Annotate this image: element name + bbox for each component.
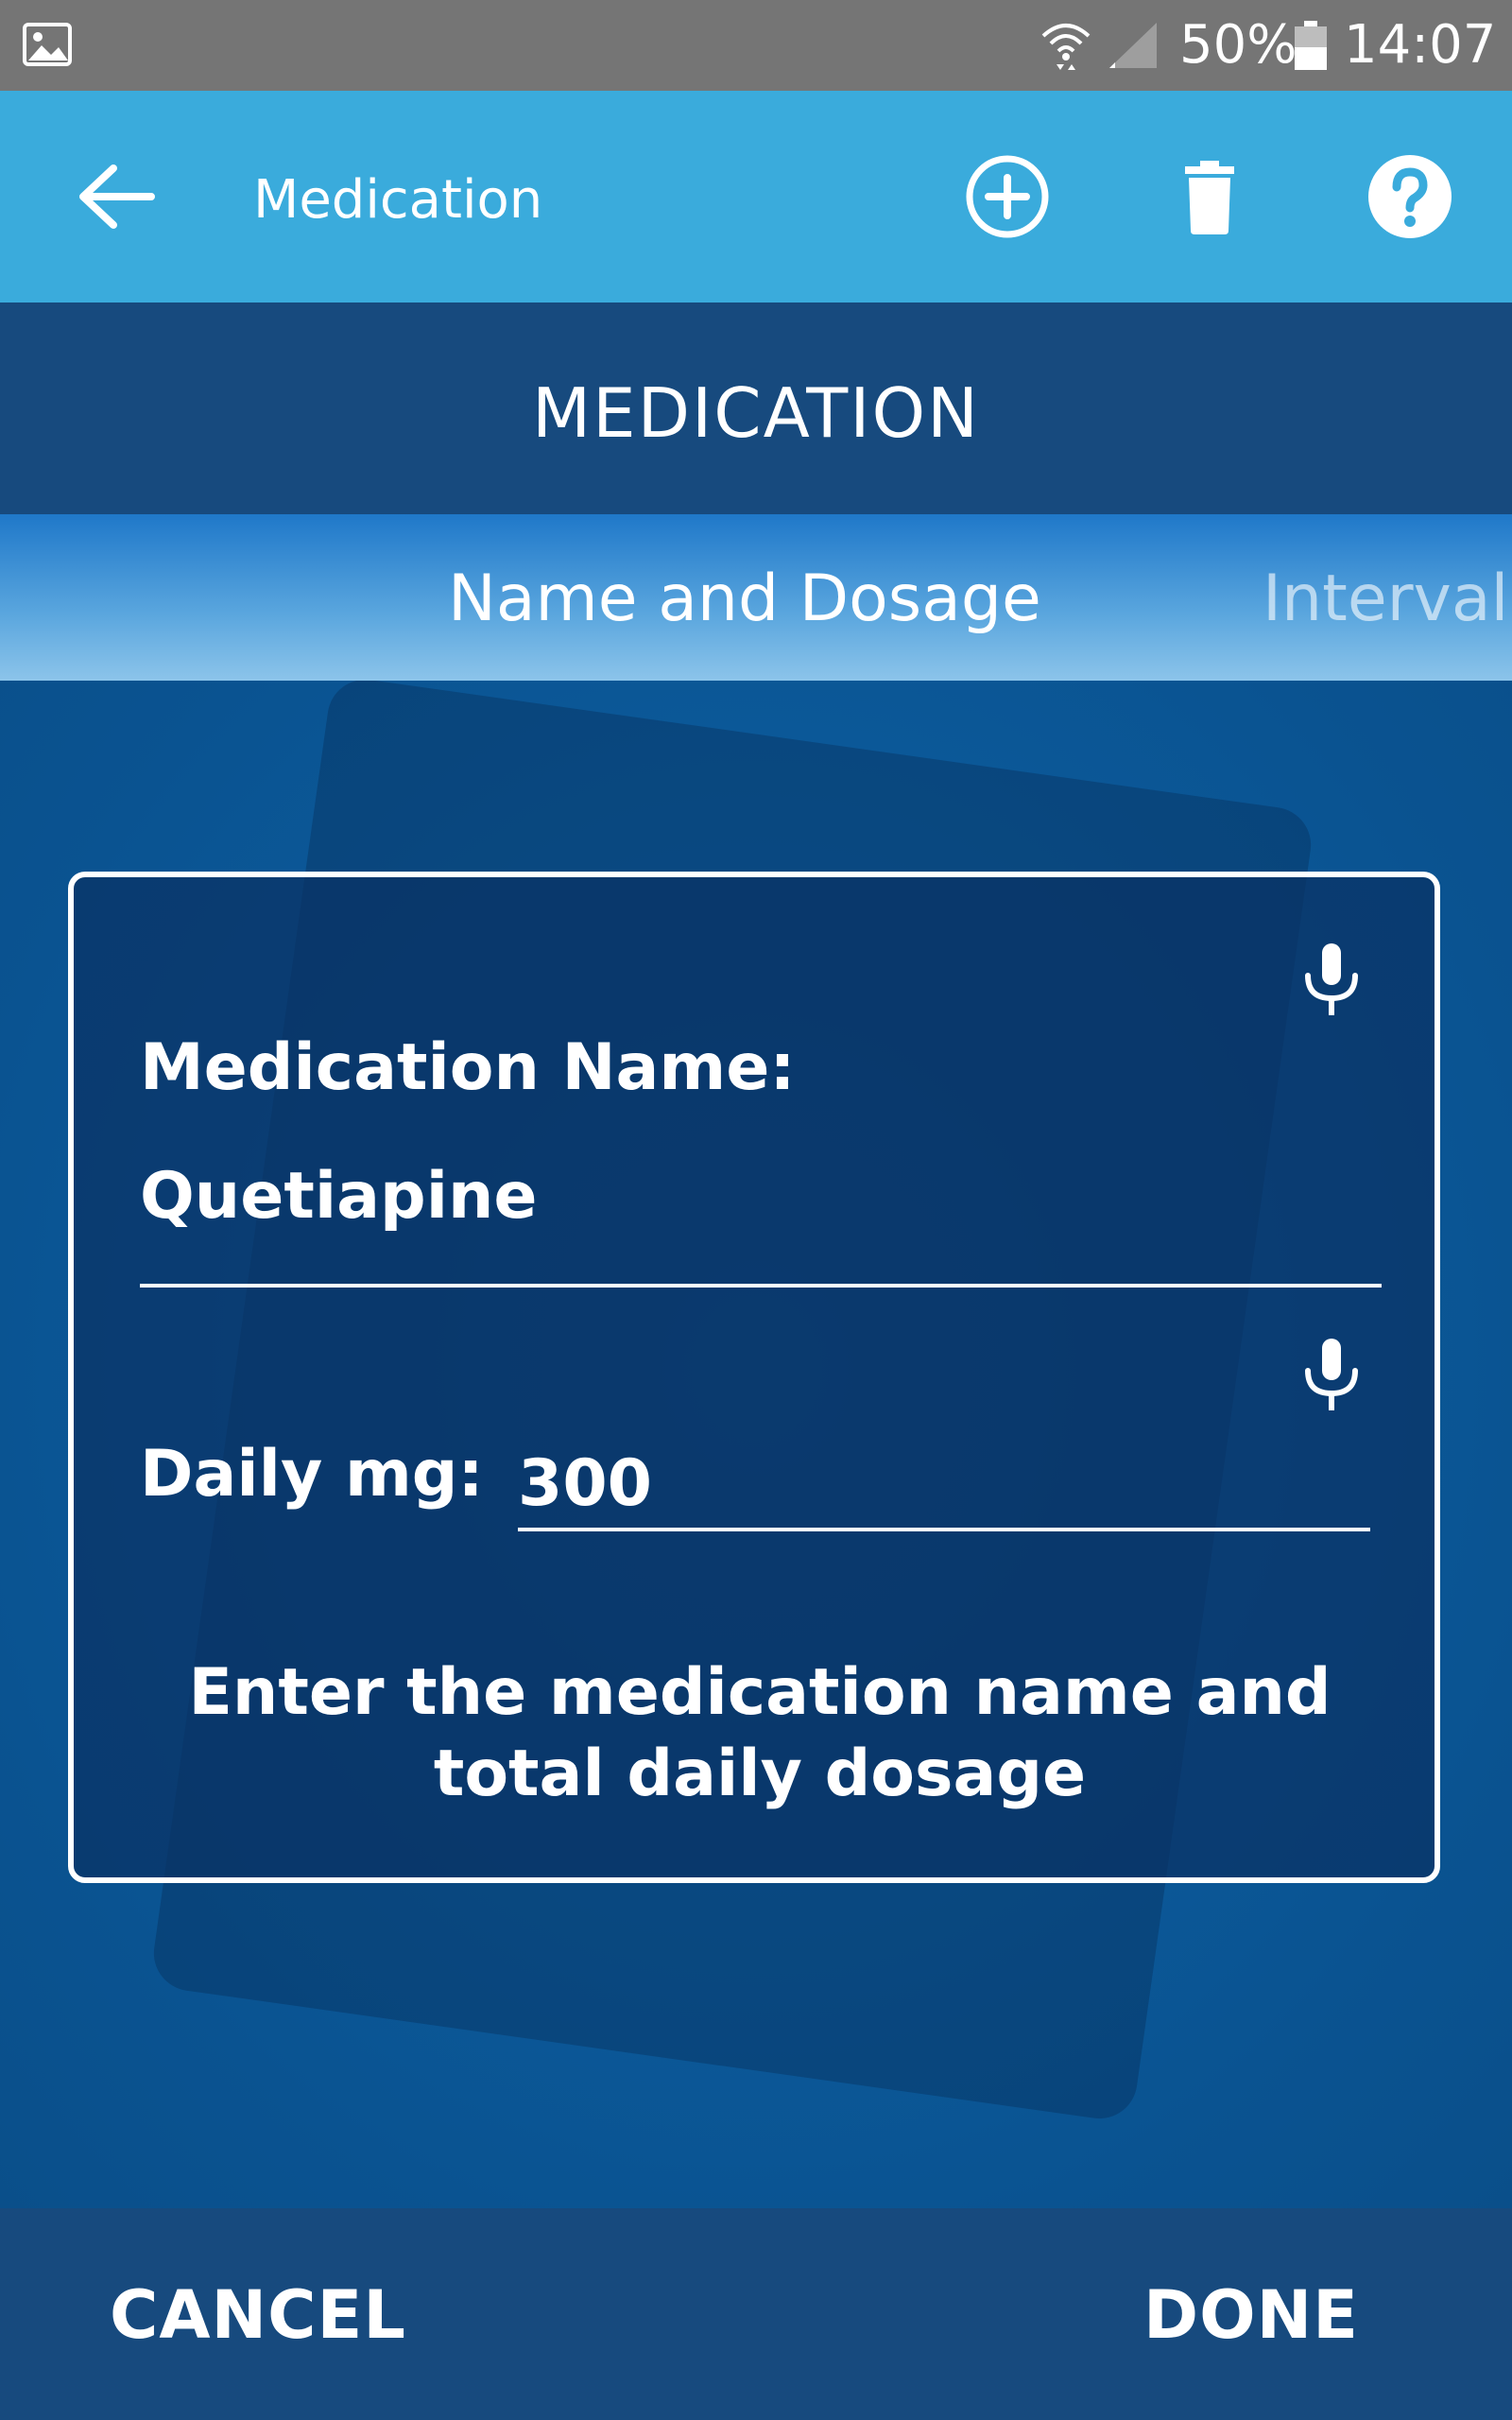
trash-icon[interactable] [1164, 151, 1255, 242]
signal-icon [1109, 23, 1157, 68]
daily-mg-underline [518, 1528, 1370, 1531]
microphone-icon[interactable] [1298, 940, 1365, 1019]
daily-mg-input[interactable]: 300 [518, 1444, 652, 1524]
daily-mg-label: Daily mg: [140, 1437, 484, 1512]
app-title: Medication [253, 169, 543, 231]
help-icon[interactable] [1365, 151, 1455, 242]
status-bar: 50% 14:07 [0, 0, 1512, 91]
cancel-button[interactable]: CANCEL [110, 2273, 406, 2358]
section-heading: MEDICATION [532, 373, 980, 453]
bottom-action-bar: CANCEL DONE [0, 2208, 1512, 2420]
medication-form-card: Medication Name: Quetiapine Daily mg: 30… [68, 872, 1440, 1883]
wifi-icon [1041, 24, 1091, 70]
battery-icon [1295, 21, 1327, 70]
clock: 14:07 [1344, 14, 1497, 76]
done-button[interactable]: DONE [1143, 2273, 1359, 2358]
add-circle-icon[interactable] [962, 151, 1053, 242]
tab-strip: Name and Dosage Interval [0, 514, 1512, 681]
tab-interval[interactable]: Interval [1263, 560, 1508, 639]
medication-name-underline [140, 1284, 1382, 1288]
microphone-icon[interactable] [1298, 1335, 1365, 1414]
tab-name-and-dosage[interactable]: Name and Dosage [448, 560, 1041, 639]
medication-name-input[interactable]: Quetiapine [140, 1157, 538, 1236]
gallery-icon [23, 23, 72, 66]
medication-name-label: Medication Name: [140, 1030, 796, 1105]
section-header: MEDICATION [0, 302, 1512, 514]
form-hint-text: Enter the medication name and total dail… [188, 1655, 1332, 1811]
app-bar: Medication [0, 91, 1512, 302]
battery-percent: 50% [1179, 14, 1297, 76]
back-arrow-icon[interactable] [76, 163, 155, 231]
